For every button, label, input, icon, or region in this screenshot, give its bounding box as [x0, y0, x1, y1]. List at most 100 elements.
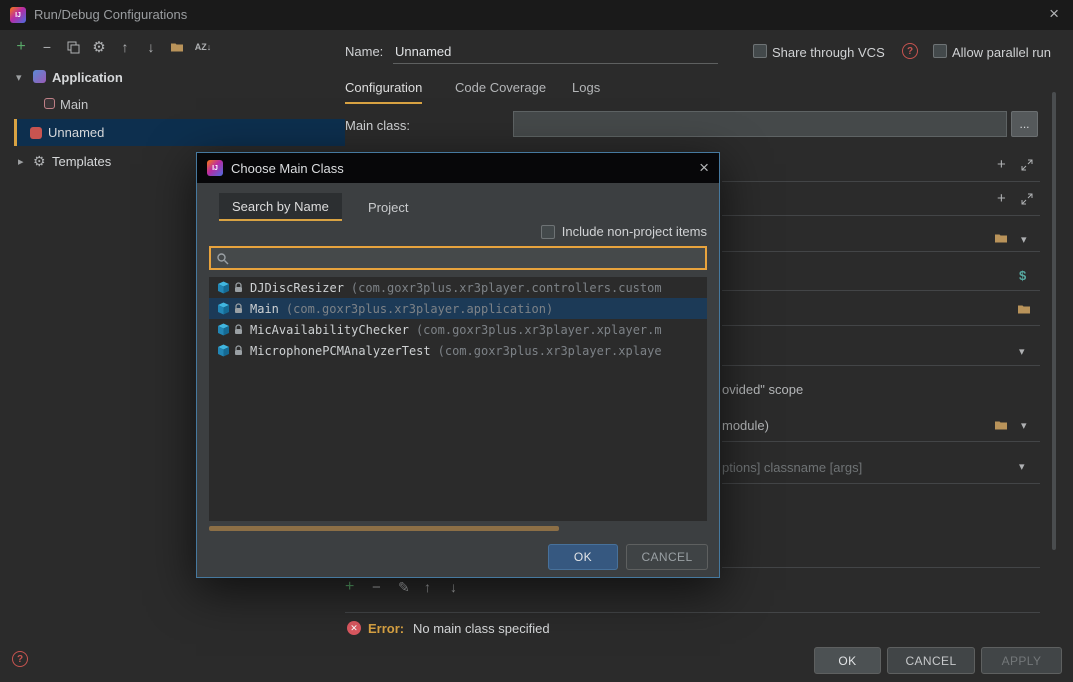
tab-logs[interactable]: Logs: [572, 80, 600, 102]
divider-line: [722, 251, 1040, 252]
dropdown-arrow-icon[interactable]: ▾: [1021, 233, 1027, 246]
sidebar-item-templates[interactable]: Templates: [52, 154, 111, 169]
class-cube-icon: [218, 302, 229, 315]
dialog-ok-button[interactable]: OK: [548, 544, 618, 570]
divider-line: [722, 325, 1040, 326]
chevron-right-icon[interactable]: ▸: [18, 155, 24, 168]
remove-configuration-button[interactable]: −: [38, 38, 56, 56]
create-folder-button[interactable]: [168, 38, 186, 56]
add-item-button[interactable]: +: [345, 578, 354, 596]
window-close-button[interactable]: ×: [1049, 5, 1059, 22]
main-config-icon: [44, 98, 55, 109]
sidebar-item-unnamed[interactable]: Unnamed: [14, 119, 345, 146]
intellij-logo-icon: IJ: [10, 7, 26, 23]
copy-configuration-button[interactable]: [64, 38, 82, 56]
class-package: (com.goxr3plus.xr3player.application): [285, 301, 554, 316]
configurations-toolbar: + − ⚙ ↑ ↓ AZ↓: [12, 38, 212, 56]
tab-project[interactable]: Project: [355, 193, 421, 221]
share-vcs-checkbox[interactable]: [753, 44, 767, 58]
divider-line: [722, 181, 1040, 182]
folder-icon[interactable]: [1017, 303, 1031, 315]
vcs-help-icon[interactable]: ?: [902, 43, 918, 59]
move-up-button[interactable]: ↑: [424, 579, 431, 595]
main-class-input[interactable]: [513, 111, 1007, 137]
dropdown-arrow-icon[interactable]: ▾: [1019, 345, 1025, 358]
sidebar-item-unnamed-label: Unnamed: [48, 125, 105, 140]
tab-code-coverage[interactable]: Code Coverage: [455, 80, 546, 102]
search-icon: [217, 252, 229, 264]
edit-pencil-button[interactable]: ✎: [398, 579, 410, 596]
chevron-down-icon[interactable]: ▾: [16, 71, 22, 84]
include-non-project-label: Include non-project items: [561, 224, 707, 239]
class-package: (com.goxr3plus.xr3player.xplaye: [437, 343, 662, 358]
divider-line: [722, 290, 1040, 291]
list-item[interactable]: DJDiscResizer (com.goxr3plus.xr3player.c…: [209, 277, 707, 298]
dropdown-arrow-icon[interactable]: ▾: [1019, 460, 1025, 473]
shorten-command-icon[interactable]: $: [1019, 268, 1026, 283]
sidebar-item-main[interactable]: Main: [60, 97, 88, 112]
class-search-input[interactable]: [234, 251, 700, 265]
dialog-cancel-button[interactable]: CANCEL: [626, 544, 708, 570]
lock-icon: [235, 282, 242, 292]
name-field-underline: [393, 63, 718, 64]
cancel-button[interactable]: CANCEL: [887, 647, 975, 674]
lock-icon: [235, 324, 242, 334]
move-up-button[interactable]: ↑: [116, 38, 134, 56]
folder-icon[interactable]: [994, 419, 1008, 431]
dialog-title: Choose Main Class: [231, 160, 344, 176]
name-value[interactable]: Unnamed: [395, 44, 451, 59]
class-cube-icon: [218, 344, 229, 357]
divider-line: [722, 215, 1040, 216]
list-item[interactable]: MicrophonePCMAnalyzerTest (com.goxr3plus…: [209, 340, 707, 361]
add-configuration-button[interactable]: +: [12, 38, 30, 56]
args-placeholder-text: ptions] classname [args]: [722, 460, 863, 475]
folder-icon[interactable]: [994, 232, 1008, 244]
class-name: Main: [250, 301, 279, 316]
horizontal-scrollbar[interactable]: [209, 526, 559, 531]
provided-scope-text: ovided" scope: [722, 382, 804, 397]
name-label: Name:: [345, 44, 384, 59]
browse-main-class-button[interactable]: ...: [1011, 111, 1038, 137]
remove-item-button[interactable]: −: [372, 579, 381, 596]
share-vcs-label: Share through VCS: [772, 45, 885, 60]
choose-main-class-dialog: IJ Choose Main Class × Search by Name Pr…: [196, 152, 720, 578]
sort-configurations-button[interactable]: AZ↓: [194, 38, 212, 56]
class-name: MicAvailabilityChecker: [250, 322, 409, 337]
tab-configuration[interactable]: Configuration: [345, 80, 423, 104]
help-icon[interactable]: ?: [12, 651, 28, 667]
lock-icon: [235, 345, 242, 355]
run-debug-configurations-window: IJ Run/Debug Configurations × + − ⚙ ↑ ↓ …: [0, 0, 1073, 682]
intellij-logo-icon: IJ: [207, 160, 223, 176]
add-icon[interactable]: +: [997, 190, 1006, 207]
application-type-icon: [33, 70, 46, 83]
move-down-button[interactable]: ↓: [142, 38, 160, 56]
search-field: [209, 246, 707, 270]
apply-button[interactable]: APPLY: [981, 647, 1062, 674]
class-package: (com.goxr3plus.xr3player.controllers.cus…: [350, 280, 662, 295]
sidebar-item-application[interactable]: Application: [52, 70, 123, 85]
move-down-button[interactable]: ↓: [450, 579, 457, 595]
ok-button[interactable]: OK: [814, 647, 881, 674]
tab-search-by-name[interactable]: Search by Name: [219, 193, 342, 221]
class-name: MicrophonePCMAnalyzerTest: [250, 343, 431, 358]
expand-field-icon[interactable]: [1021, 193, 1033, 205]
add-icon[interactable]: +: [997, 156, 1006, 173]
edit-defaults-gear-button[interactable]: ⚙: [90, 38, 108, 56]
error-icon: ✕: [347, 621, 361, 635]
include-non-project-checkbox[interactable]: [540, 224, 555, 239]
selection-stripe: [14, 119, 17, 146]
expand-field-icon[interactable]: [1021, 159, 1033, 171]
window-title: Run/Debug Configurations: [34, 7, 188, 22]
dropdown-arrow-icon[interactable]: ▾: [1021, 419, 1027, 432]
error-label: Error:: [368, 621, 405, 636]
list-item[interactable]: MicAvailabilityChecker (com.goxr3plus.xr…: [209, 319, 707, 340]
dialog-close-button[interactable]: ×: [699, 159, 709, 176]
allow-parallel-checkbox[interactable]: [933, 44, 947, 58]
vertical-scrollbar[interactable]: [1052, 92, 1056, 550]
list-item-selected[interactable]: Main (com.goxr3plus.xr3player.applicatio…: [209, 298, 707, 319]
unnamed-config-icon: [30, 127, 42, 139]
dialog-titlebar: IJ Choose Main Class ×: [197, 153, 719, 183]
main-class-label: Main class:: [345, 118, 411, 133]
window-titlebar: IJ Run/Debug Configurations ×: [0, 0, 1073, 30]
class-cube-icon: [218, 323, 229, 336]
